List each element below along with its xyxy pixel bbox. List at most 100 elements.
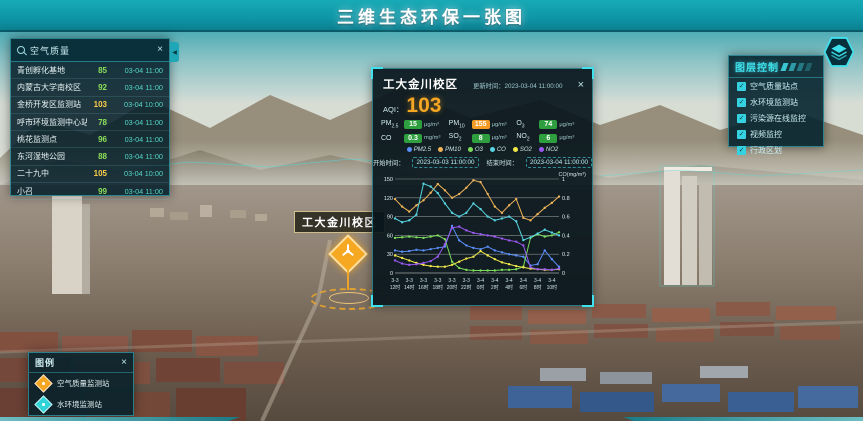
svg-text:150: 150 [384, 177, 393, 183]
legend-dot-icon [490, 147, 495, 152]
layer-toggle-row[interactable]: ✓ 行政区划 [729, 142, 823, 158]
header-stripe-decoration [789, 63, 797, 71]
legend-series-name: CO [497, 147, 506, 153]
legend-item: 水环境监测站 [29, 394, 133, 415]
pollutant-reading: CO0.3mg/m³ [381, 133, 449, 142]
wind-station-icon [339, 242, 357, 260]
station-row[interactable]: 内蒙古大学南校区92 03-04 11:00 [11, 79, 169, 96]
station-panel-title: 空气质量 [30, 44, 70, 57]
layer-label: 视频监控 [750, 129, 782, 140]
station-row[interactable]: 二十九中10503-04 10:00 [11, 166, 169, 183]
station-aqi-value: 85 [87, 66, 107, 75]
pollutant-value-badge: 15 [404, 120, 422, 129]
svg-text:3-4: 3-4 [520, 278, 527, 284]
svg-text:3-3: 3-3 [448, 278, 455, 284]
hex-inner [825, 38, 853, 66]
station-list: 青创孵化基地8503-04 11:00 内蒙古大学南校区92 03-04 11:00… [11, 62, 169, 200]
svg-text:18时: 18时 [433, 284, 444, 291]
pollutant-value-badge: 8 [472, 134, 490, 143]
station-update-time: 03-04 11:00 [111, 83, 163, 92]
legend-dot-icon [468, 147, 473, 152]
header-stripe-decoration [805, 63, 813, 71]
panel-collapse-tab[interactable]: ◀ [170, 42, 179, 62]
pollutant-unit: μg/m³ [492, 135, 507, 141]
legend-dot-icon [539, 147, 544, 152]
station-update-time: 03-04 11:00 [111, 187, 163, 196]
station-aqi-value: 105 [87, 169, 107, 178]
svg-text:3-3: 3-3 [391, 278, 398, 284]
layer-label: 行政区划 [750, 145, 782, 156]
pollutant-grid: PM2.515μg/m³PM10155μg/m³O374μg/m³CO0.3mg… [373, 118, 592, 143]
pollutant-value-badge: 74 [539, 120, 557, 129]
chart-legend-item[interactable]: PM10 [438, 147, 461, 153]
chart-legend-item[interactable]: NO2 [539, 147, 558, 153]
checkbox-checked-icon[interactable]: ✓ [737, 82, 746, 91]
station-aqi-value: 92 [87, 83, 107, 92]
station-row[interactable]: 桃花监测点9603-04 11:00 [11, 131, 169, 148]
series-line-PM2.5 [395, 226, 559, 267]
station-row[interactable]: 青创孵化基地8503-04 11:00 [11, 62, 169, 79]
pollutant-name: O3 [516, 120, 537, 129]
update-time-value: 2023-03-04 11:00:00 [505, 83, 563, 90]
layer-toggle-row[interactable]: ✓水环境监测站 [729, 94, 823, 110]
pollutant-name: CO [381, 135, 402, 142]
layer-toggle-row[interactable]: ✓污染源在线监控 [729, 110, 823, 126]
svg-text:3-3: 3-3 [406, 278, 413, 284]
aqi-label: AQI： [383, 104, 403, 115]
legend-series-name: SO2 [520, 147, 532, 153]
pollutant-unit: μg/m³ [559, 135, 574, 141]
legend-item-label: 空气质量监测站 [57, 378, 110, 389]
svg-text:30: 30 [387, 252, 393, 258]
svg-text:0: 0 [562, 271, 565, 277]
pollutant-reading: PM10155μg/m³ [449, 120, 517, 129]
layers-icon [829, 42, 849, 62]
popup-close-icon[interactable]: × [578, 80, 584, 91]
checkbox-checked-icon[interactable]: ✓ [737, 114, 746, 123]
popup-header: 工大金川校区 更新时间：2023-03-04 11:00:00 × [373, 69, 592, 94]
layer-list: ✓空气质量站点✓水环境监测站✓污染源在线监控✓视频监控✓行政区划 [729, 78, 823, 158]
legend-series-name: O3 [475, 147, 483, 153]
station-panel-header: 空气质量 × [11, 39, 169, 62]
station-row[interactable]: 东河湿地公园8803-04 11:00 [11, 148, 169, 165]
svg-text:20时: 20时 [447, 284, 458, 291]
chart-legend-item[interactable]: PM2.5 [407, 147, 431, 153]
checkbox-checked-icon[interactable]: ✓ [737, 98, 746, 107]
layer-toggle-row[interactable]: ✓ 视频监控 [729, 126, 823, 142]
svg-text:22时: 22时 [461, 284, 472, 291]
start-time-input[interactable]: 2023-03-03 11:00:00 [412, 157, 478, 168]
station-row[interactable]: 金桥开发区监测站10303-04 10:00 [11, 97, 169, 114]
legend-close-icon[interactable]: × [121, 358, 127, 368]
legend-item-label: 水环境监测站 [57, 399, 102, 410]
checkbox-checked-icon[interactable]: ✓ [737, 130, 746, 139]
chart-container: 00300.2600.4900.61200.81501CO(mg/m³)3-31… [373, 169, 592, 304]
pollutant-reading: O374μg/m³ [516, 120, 584, 129]
svg-text:2时: 2时 [491, 284, 499, 291]
svg-text:120: 120 [384, 196, 393, 202]
svg-text:3-4: 3-4 [491, 278, 498, 284]
svg-text:CO(mg/m³): CO(mg/m³) [559, 172, 587, 178]
update-time-label: 更新时间： [473, 83, 504, 90]
legend-series-name: PM10 [445, 147, 461, 153]
water-station-legend-icon [34, 395, 52, 413]
svg-text:4时: 4时 [505, 284, 513, 291]
station-name: 金桥开发区监测站 [17, 99, 87, 110]
series-line-CO [395, 183, 559, 239]
legend-series-name: NO2 [546, 147, 558, 153]
end-time-input[interactable]: 2023-03-04 11:00:00 [526, 157, 592, 168]
station-update-time: 03-04 11:00 [111, 135, 163, 144]
pollutant-unit: μg/m³ [559, 122, 574, 128]
station-row[interactable]: 呼市环境监测中心站7803-04 11:00 [11, 114, 169, 131]
chart-legend-item[interactable]: O3 [468, 147, 483, 153]
station-name: 二十九中 [17, 168, 87, 179]
banner-decoration-right [623, 417, 863, 421]
layer-toggle-row[interactable]: ✓空气质量站点 [729, 78, 823, 94]
legend-dot-icon [438, 147, 443, 152]
chart-legend-item[interactable]: CO [490, 147, 506, 153]
station-name: 内蒙古大学南校区 [17, 82, 87, 93]
search-icon[interactable] [17, 46, 25, 54]
station-panel-close-icon[interactable]: × [157, 45, 163, 55]
checkbox-checked-icon[interactable]: ✓ [737, 146, 746, 155]
chart-legend-item[interactable]: SO2 [513, 147, 532, 153]
pollutant-unit: μg/m³ [492, 122, 507, 128]
station-row[interactable]: 小召9903-04 11:00 [11, 183, 169, 200]
